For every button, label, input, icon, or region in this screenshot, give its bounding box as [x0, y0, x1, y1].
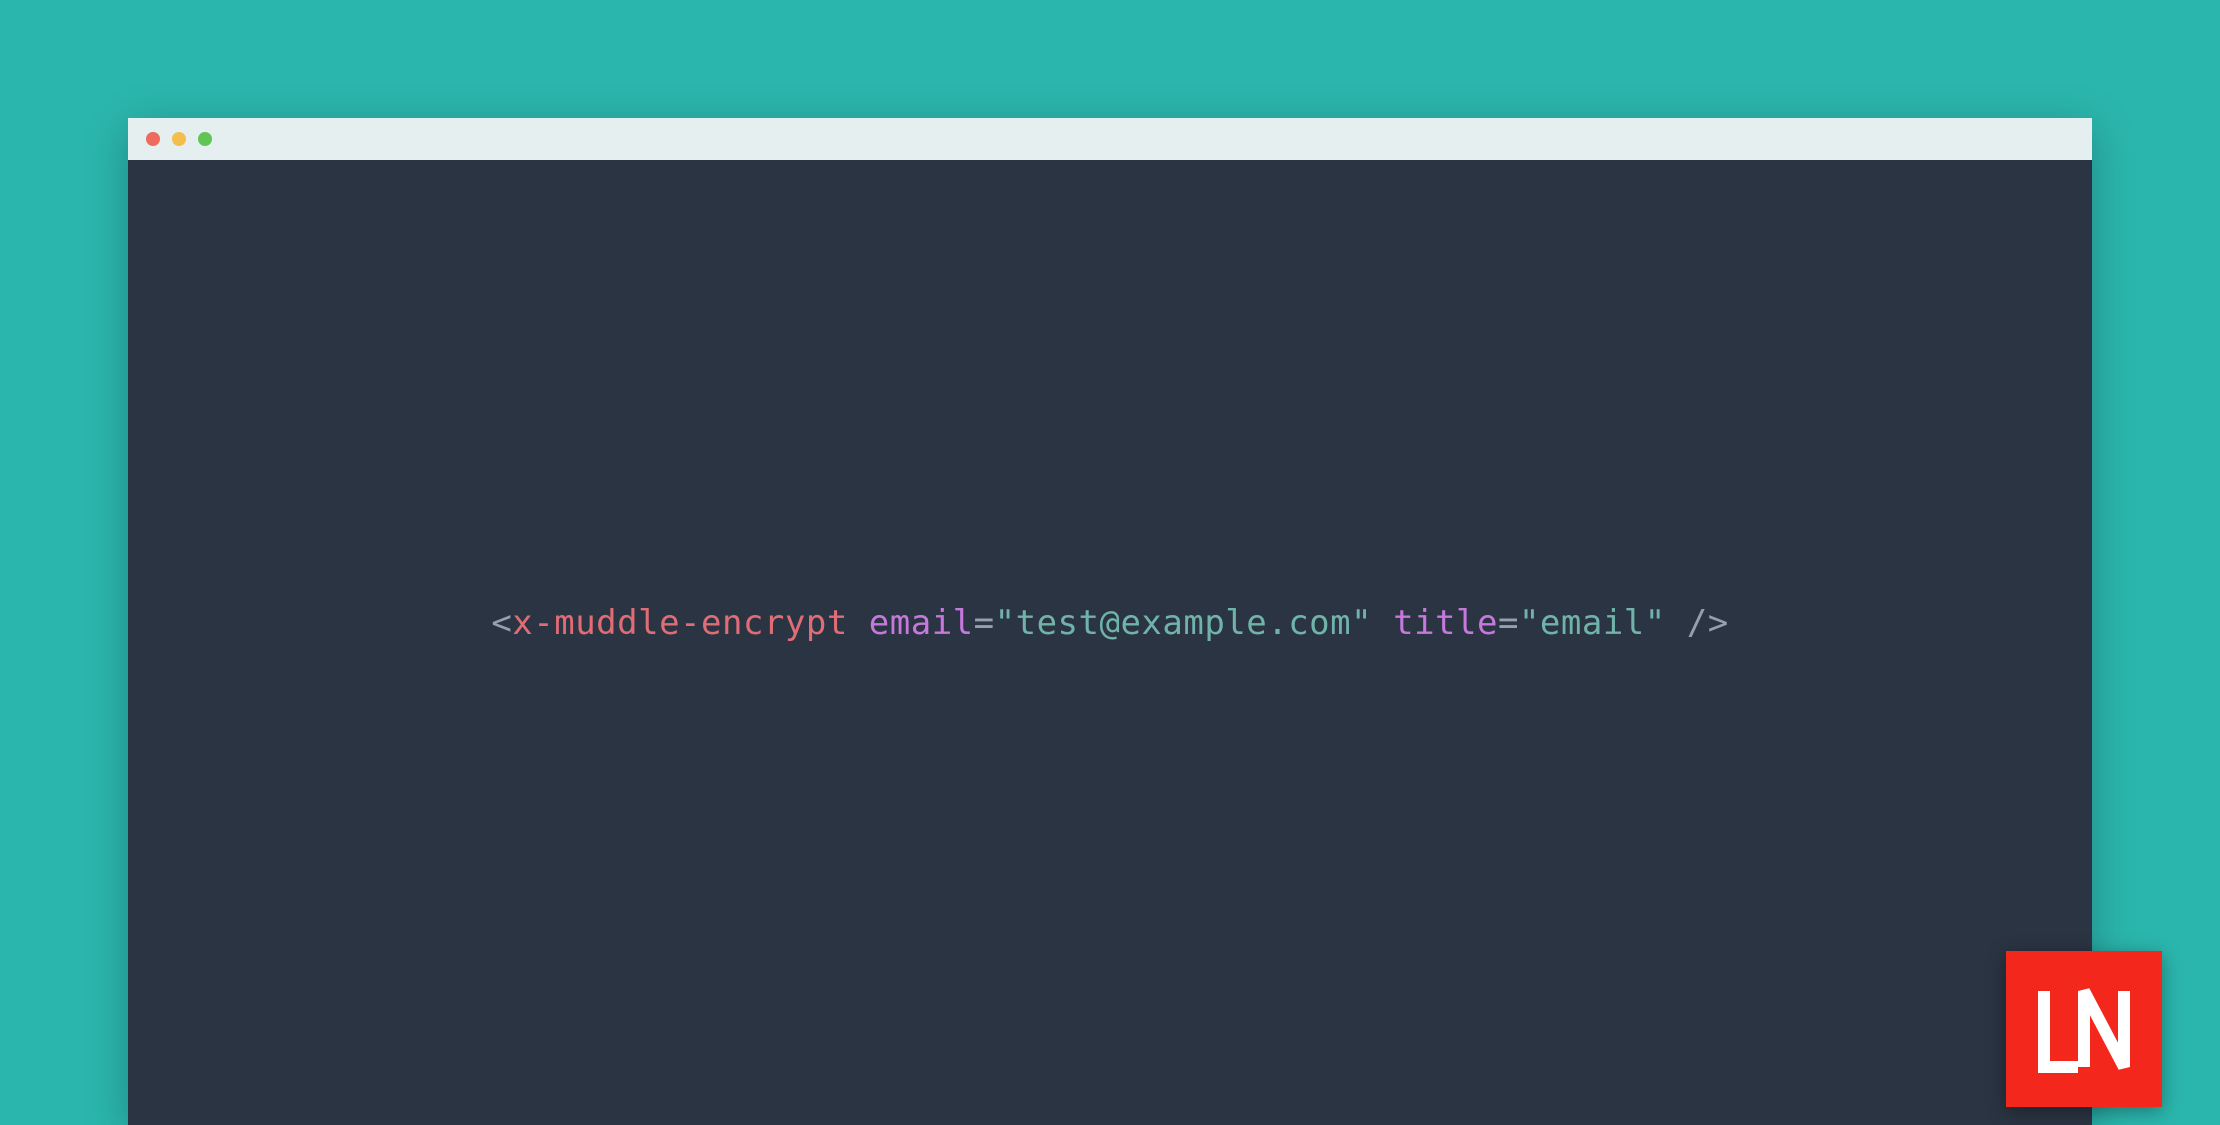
code-window: <x-muddle-encrypt email="test@example.co… — [128, 118, 2092, 1125]
window-titlebar — [128, 118, 2092, 160]
close-icon[interactable] — [146, 132, 160, 146]
code-token-str-title: "email" — [1519, 603, 1666, 643]
code-token-space — [848, 603, 869, 643]
code-token-str-email: "test@example.com" — [995, 603, 1372, 643]
brand-logo — [2006, 951, 2162, 1107]
brand-logo-icon — [2034, 979, 2134, 1079]
code-token-eq: = — [974, 603, 995, 643]
minimize-icon[interactable] — [172, 132, 186, 146]
code-token-attr-email: email — [869, 603, 974, 643]
code-token-attr-title: title — [1393, 603, 1498, 643]
code-token-eq: = — [1498, 603, 1519, 643]
code-token-space — [1666, 603, 1687, 643]
code-token-self-close: /> — [1687, 603, 1729, 643]
code-line: <x-muddle-encrypt email="test@example.co… — [491, 603, 1728, 643]
code-token-bracket-open: < — [491, 603, 512, 643]
code-token-tag: x-muddle-encrypt — [512, 603, 848, 643]
code-token-space — [1372, 603, 1393, 643]
maximize-icon[interactable] — [198, 132, 212, 146]
code-editor: <x-muddle-encrypt email="test@example.co… — [128, 160, 2092, 1125]
